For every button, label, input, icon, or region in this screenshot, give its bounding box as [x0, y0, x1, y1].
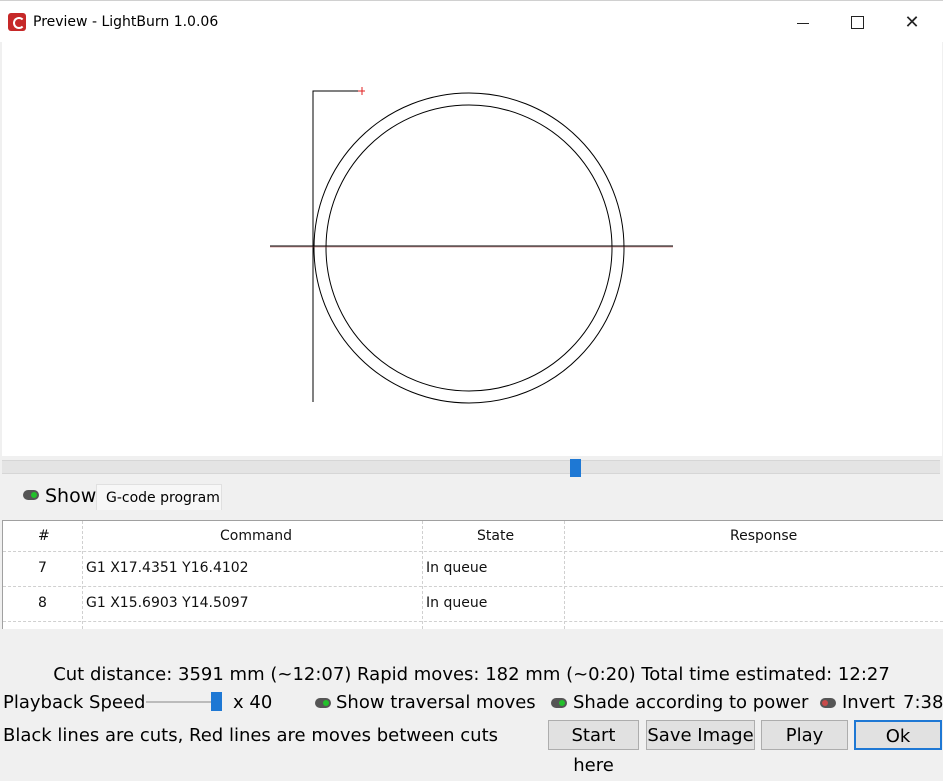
- inner-circle-cut: [325, 104, 613, 392]
- play-button[interactable]: Play: [761, 720, 848, 750]
- close-icon: ✕: [904, 11, 920, 33]
- row-command[interactable]: G1 X17.4351 Y16.4102: [86, 560, 249, 576]
- tab-gcode-program[interactable]: G-code program: [96, 484, 222, 510]
- minimize-button[interactable]: [780, 5, 826, 39]
- column-header-response[interactable]: Response: [730, 528, 797, 544]
- row-number[interactable]: 8: [38, 595, 47, 611]
- row-command[interactable]: G1 X15.6903 Y14.5097: [86, 595, 249, 611]
- time-estimate-status: Cut distance: 3591 mm (~12:07) Rapid mov…: [53, 664, 890, 685]
- minimize-icon: [797, 22, 809, 24]
- column-header-number[interactable]: #: [38, 528, 50, 544]
- title-bar: Preview - LightBurn 1.0.06 ✕: [0, 0, 943, 42]
- show-traversal-label[interactable]: Show traversal moves: [336, 692, 536, 713]
- show-bar: Show G-code program: [2, 482, 942, 510]
- ok-button[interactable]: Ok: [854, 720, 942, 750]
- column-divider: [564, 521, 565, 629]
- column-divider: [422, 521, 423, 629]
- show-toggle[interactable]: [23, 490, 39, 500]
- row-divider: [3, 621, 943, 622]
- outer-circle-cut: [313, 92, 625, 404]
- playback-position-handle[interactable]: [570, 459, 581, 477]
- playback-speed-slider[interactable]: [146, 701, 216, 703]
- maximize-icon: [850, 15, 864, 29]
- start-here-button[interactable]: Start here: [548, 720, 639, 776]
- playback-controls: Playback Speed x 40 Show traversal moves…: [0, 690, 943, 718]
- preview-drawing: [270, 87, 673, 404]
- invert-toggle[interactable]: [820, 698, 836, 708]
- elapsed-time: 7:38: [903, 692, 943, 713]
- show-label: Show: [45, 485, 97, 507]
- invert-label[interactable]: Invert: [842, 692, 895, 713]
- gcode-table: # Command State Response 7 G1 X17.4351 Y…: [2, 520, 943, 629]
- line-color-legend: Black lines are cuts, Red lines are move…: [3, 725, 499, 746]
- preview-canvas[interactable]: [2, 42, 942, 456]
- window-title: Preview - LightBurn 1.0.06: [33, 14, 219, 30]
- playback-position-slider[interactable]: [2, 460, 940, 474]
- playback-speed-handle[interactable]: [211, 692, 222, 711]
- row-state[interactable]: In queue: [426, 595, 487, 611]
- shade-power-toggle[interactable]: [551, 698, 567, 708]
- playback-speed-label: Playback Speed: [3, 692, 146, 713]
- speed-multiplier: x 40: [233, 692, 273, 713]
- column-header-command[interactable]: Command: [220, 528, 292, 544]
- shade-power-label[interactable]: Shade according to power: [573, 692, 808, 713]
- lightburn-logo-icon: [8, 13, 26, 31]
- row-state[interactable]: In queue: [426, 560, 487, 576]
- save-image-button[interactable]: Save Image: [646, 720, 755, 750]
- column-divider: [82, 521, 83, 629]
- row-divider: [3, 551, 943, 552]
- close-button[interactable]: ✕: [889, 5, 935, 39]
- maximize-button[interactable]: [834, 5, 880, 39]
- row-divider: [3, 586, 943, 587]
- row-number[interactable]: 7: [38, 560, 47, 576]
- show-traversal-toggle[interactable]: [315, 698, 331, 708]
- column-header-state[interactable]: State: [477, 528, 514, 544]
